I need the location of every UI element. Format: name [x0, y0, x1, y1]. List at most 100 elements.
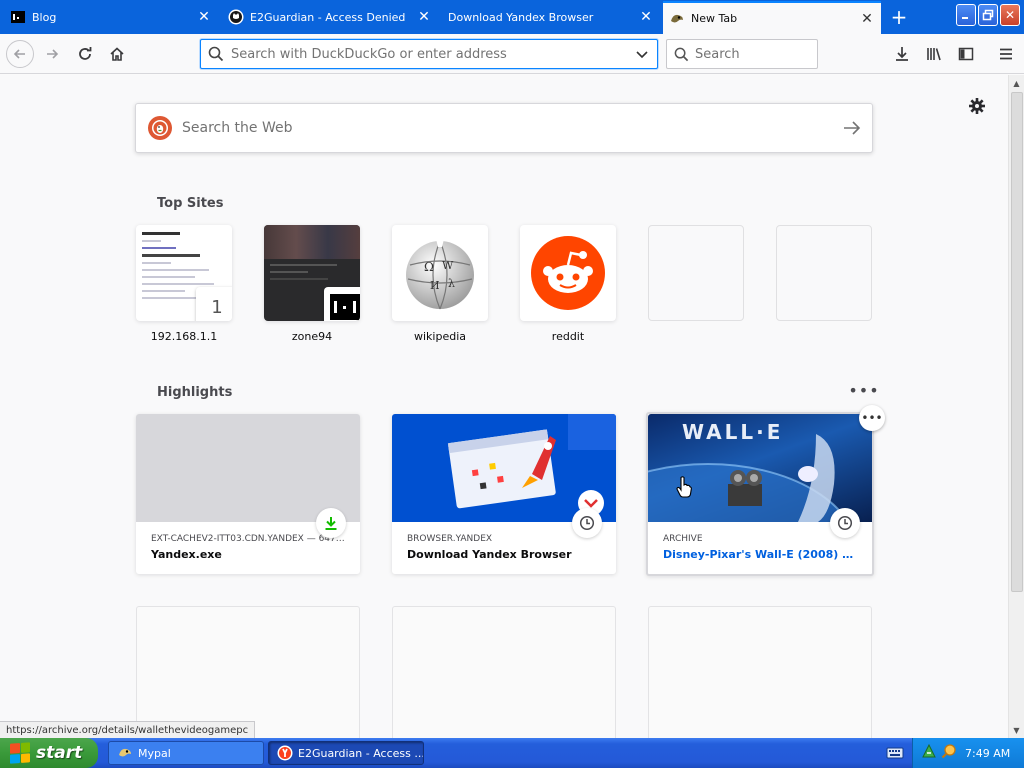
search-bar[interactable]	[666, 39, 818, 69]
tab-e2guardian[interactable]: E2Guardian - Access Denied ✕	[222, 2, 438, 32]
empty-highlight-placeholder	[136, 606, 360, 738]
tab-download-yandex[interactable]: Download Yandex Browser ✕	[442, 2, 660, 32]
address-bar[interactable]	[200, 39, 658, 69]
top-site-router[interactable]: 1 192.168.1.1	[136, 225, 232, 343]
mypal-icon	[117, 745, 133, 761]
new-tab-page: Top Sites 1 192.168.1.1 zone94	[0, 75, 1008, 738]
search-input[interactable]	[695, 46, 817, 62]
card-context-menu-button[interactable]: •••	[859, 405, 885, 431]
minimize-icon	[962, 17, 968, 19]
scroll-down-icon[interactable]: ▼	[1009, 722, 1024, 738]
network-icon[interactable]	[921, 743, 937, 763]
wall-e-title-text: WALL·E	[682, 420, 784, 444]
top-site-reddit[interactable]: reddit	[520, 225, 616, 343]
site-thumbnail	[264, 225, 360, 321]
hamburger-icon	[1000, 48, 1012, 60]
highlight-card-yandex-exe[interactable]: EXT-CACHEV2-ITT03.CDN.YANDEX — 647 ... Y…	[136, 414, 360, 574]
close-window-button[interactable]: ✕	[1000, 4, 1020, 26]
scroll-up-icon[interactable]: ▲	[1009, 75, 1024, 91]
start-label: start	[36, 743, 83, 763]
chevron-down-icon[interactable]	[627, 47, 657, 61]
downloads-button[interactable]	[888, 40, 916, 68]
top-site-empty[interactable]	[776, 225, 872, 321]
scroll-thumb[interactable]	[1011, 92, 1023, 592]
close-icon: ✕	[1004, 8, 1016, 22]
card-title: Disney-Pixar's Wall-E (2008) : TH...	[663, 548, 857, 561]
site-label: 192.168.1.1	[150, 330, 218, 343]
task-label: E2Guardian - Access ...	[298, 746, 424, 760]
highlights-heading: Highlights	[157, 385, 233, 400]
top-site-wikipedia[interactable]: Ω W И λ wikipedia	[392, 225, 488, 343]
keyboard-icon[interactable]	[886, 745, 904, 761]
svg-text:W: W	[442, 259, 454, 272]
minimize-button[interactable]	[956, 4, 976, 26]
terminal-icon	[10, 9, 26, 25]
new-tab-button[interactable]: +	[886, 4, 912, 30]
search-icon	[201, 46, 231, 62]
clock-icon	[572, 508, 602, 538]
close-tab-icon[interactable]: ✕	[196, 9, 212, 25]
tab-blog[interactable]: Blog ✕	[4, 2, 218, 32]
home-icon	[110, 47, 124, 61]
windows-logo-icon	[10, 742, 30, 764]
more-icon: •••	[861, 411, 883, 425]
restore-icon	[982, 9, 994, 21]
close-tab-icon[interactable]: ✕	[859, 11, 875, 27]
card-image	[392, 414, 616, 522]
tab-new-tab[interactable]: New Tab ✕	[663, 1, 881, 34]
svg-text:λ: λ	[448, 277, 455, 290]
download-icon	[896, 47, 908, 61]
tab-title: Blog	[32, 10, 57, 24]
start-button[interactable]: start	[0, 738, 98, 768]
library-button[interactable]	[920, 40, 948, 68]
arrow-right-icon[interactable]	[832, 120, 872, 136]
top-site-zone94[interactable]: zone94	[264, 225, 360, 343]
zone94-logo-icon	[324, 287, 360, 321]
menu-button[interactable]	[992, 40, 1020, 68]
settings-button[interactable]	[965, 94, 989, 118]
close-tab-icon[interactable]: ✕	[416, 9, 432, 25]
reddit-icon	[531, 236, 605, 310]
clock: 7:49 AM	[965, 746, 1011, 760]
yandex-icon	[277, 745, 293, 761]
restore-button[interactable]	[978, 4, 998, 26]
site-thumbnail: 1	[136, 225, 232, 321]
card-title: Download Yandex Browser	[407, 548, 572, 561]
web-search-box[interactable]	[135, 103, 873, 153]
highlight-card-yandex-browser[interactable]: BROWSER.YANDEX Download Yandex Browser	[392, 414, 616, 574]
highlights-more-button[interactable]: •••	[848, 381, 878, 400]
empty-highlight-placeholder	[648, 606, 872, 738]
hand-cursor-icon	[676, 476, 692, 502]
vertical-scrollbar[interactable]: ▲ ▼	[1008, 75, 1024, 738]
svg-text:И: И	[430, 279, 440, 292]
top-site-empty[interactable]	[648, 225, 744, 321]
tab-title: E2Guardian - Access Denied	[250, 10, 406, 24]
windows-taskbar: start Mypal E2Guardian - Access ... 7:49…	[0, 738, 1024, 768]
forward-button[interactable]	[38, 40, 66, 68]
gear-icon	[969, 98, 985, 114]
web-search-input[interactable]	[182, 120, 832, 136]
address-input[interactable]	[231, 46, 627, 62]
taskbar-item-e2guardian[interactable]: E2Guardian - Access ...	[268, 741, 424, 765]
home-button[interactable]	[103, 40, 131, 68]
back-button[interactable]	[6, 40, 34, 68]
empty-site-placeholder	[648, 225, 744, 321]
site-label: zone94	[291, 330, 333, 343]
download-icon	[316, 508, 346, 538]
sidebar-icon	[958, 47, 974, 61]
reload-button[interactable]	[71, 40, 99, 68]
sidebar-button[interactable]	[952, 40, 980, 68]
taskbar-item-mypal[interactable]: Mypal	[108, 741, 264, 765]
github-icon	[228, 9, 244, 25]
status-bar: https://archive.org/details/wallethevide…	[0, 721, 256, 738]
site-badge: 1	[196, 287, 232, 321]
system-tray: 7:49 AM	[912, 738, 1024, 768]
close-tab-icon[interactable]: ✕	[638, 9, 654, 25]
site-thumbnail	[520, 225, 616, 321]
duckduckgo-icon	[148, 116, 172, 140]
site-thumbnail: Ω W И λ	[392, 225, 488, 321]
magnifier-icon[interactable]	[941, 743, 957, 763]
svg-text:Ω: Ω	[424, 260, 434, 274]
reload-icon	[79, 47, 92, 60]
clock-icon	[830, 508, 860, 538]
